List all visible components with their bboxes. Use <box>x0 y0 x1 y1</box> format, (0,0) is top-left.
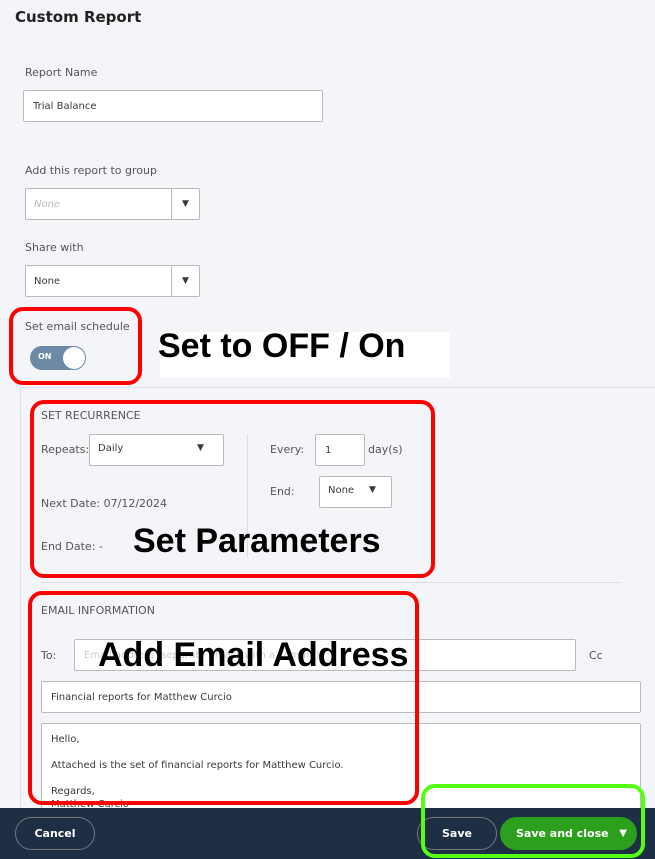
group-label: Add this report to group <box>25 164 157 177</box>
highlight-save <box>421 784 645 858</box>
share-label: Share with <box>25 241 84 254</box>
share-select[interactable]: None ▼ <box>25 265 200 297</box>
annotation-params: Set Parameters <box>133 522 381 560</box>
divider <box>41 582 621 583</box>
chevron-down-icon[interactable]: ▼ <box>171 266 199 296</box>
highlight-toggle <box>9 307 142 385</box>
report-name-label: Report Name <box>25 66 98 79</box>
group-placeholder: None <box>34 198 61 210</box>
report-name-value: Trial Balance <box>33 100 97 112</box>
annotation-toggle: Set to OFF / On <box>158 327 406 365</box>
report-name-input[interactable]: Trial Balance <box>23 90 323 122</box>
chevron-down-icon[interactable]: ▼ <box>171 189 199 219</box>
share-value: None <box>34 275 61 287</box>
group-select[interactable]: None ▼ <box>25 188 200 220</box>
annotation-email: Add Email Address <box>98 636 409 674</box>
cancel-button[interactable]: Cancel <box>15 817 95 850</box>
cc-link[interactable]: Cc <box>589 649 603 662</box>
page-title: Custom Report <box>15 8 142 26</box>
highlight-email <box>28 591 419 805</box>
